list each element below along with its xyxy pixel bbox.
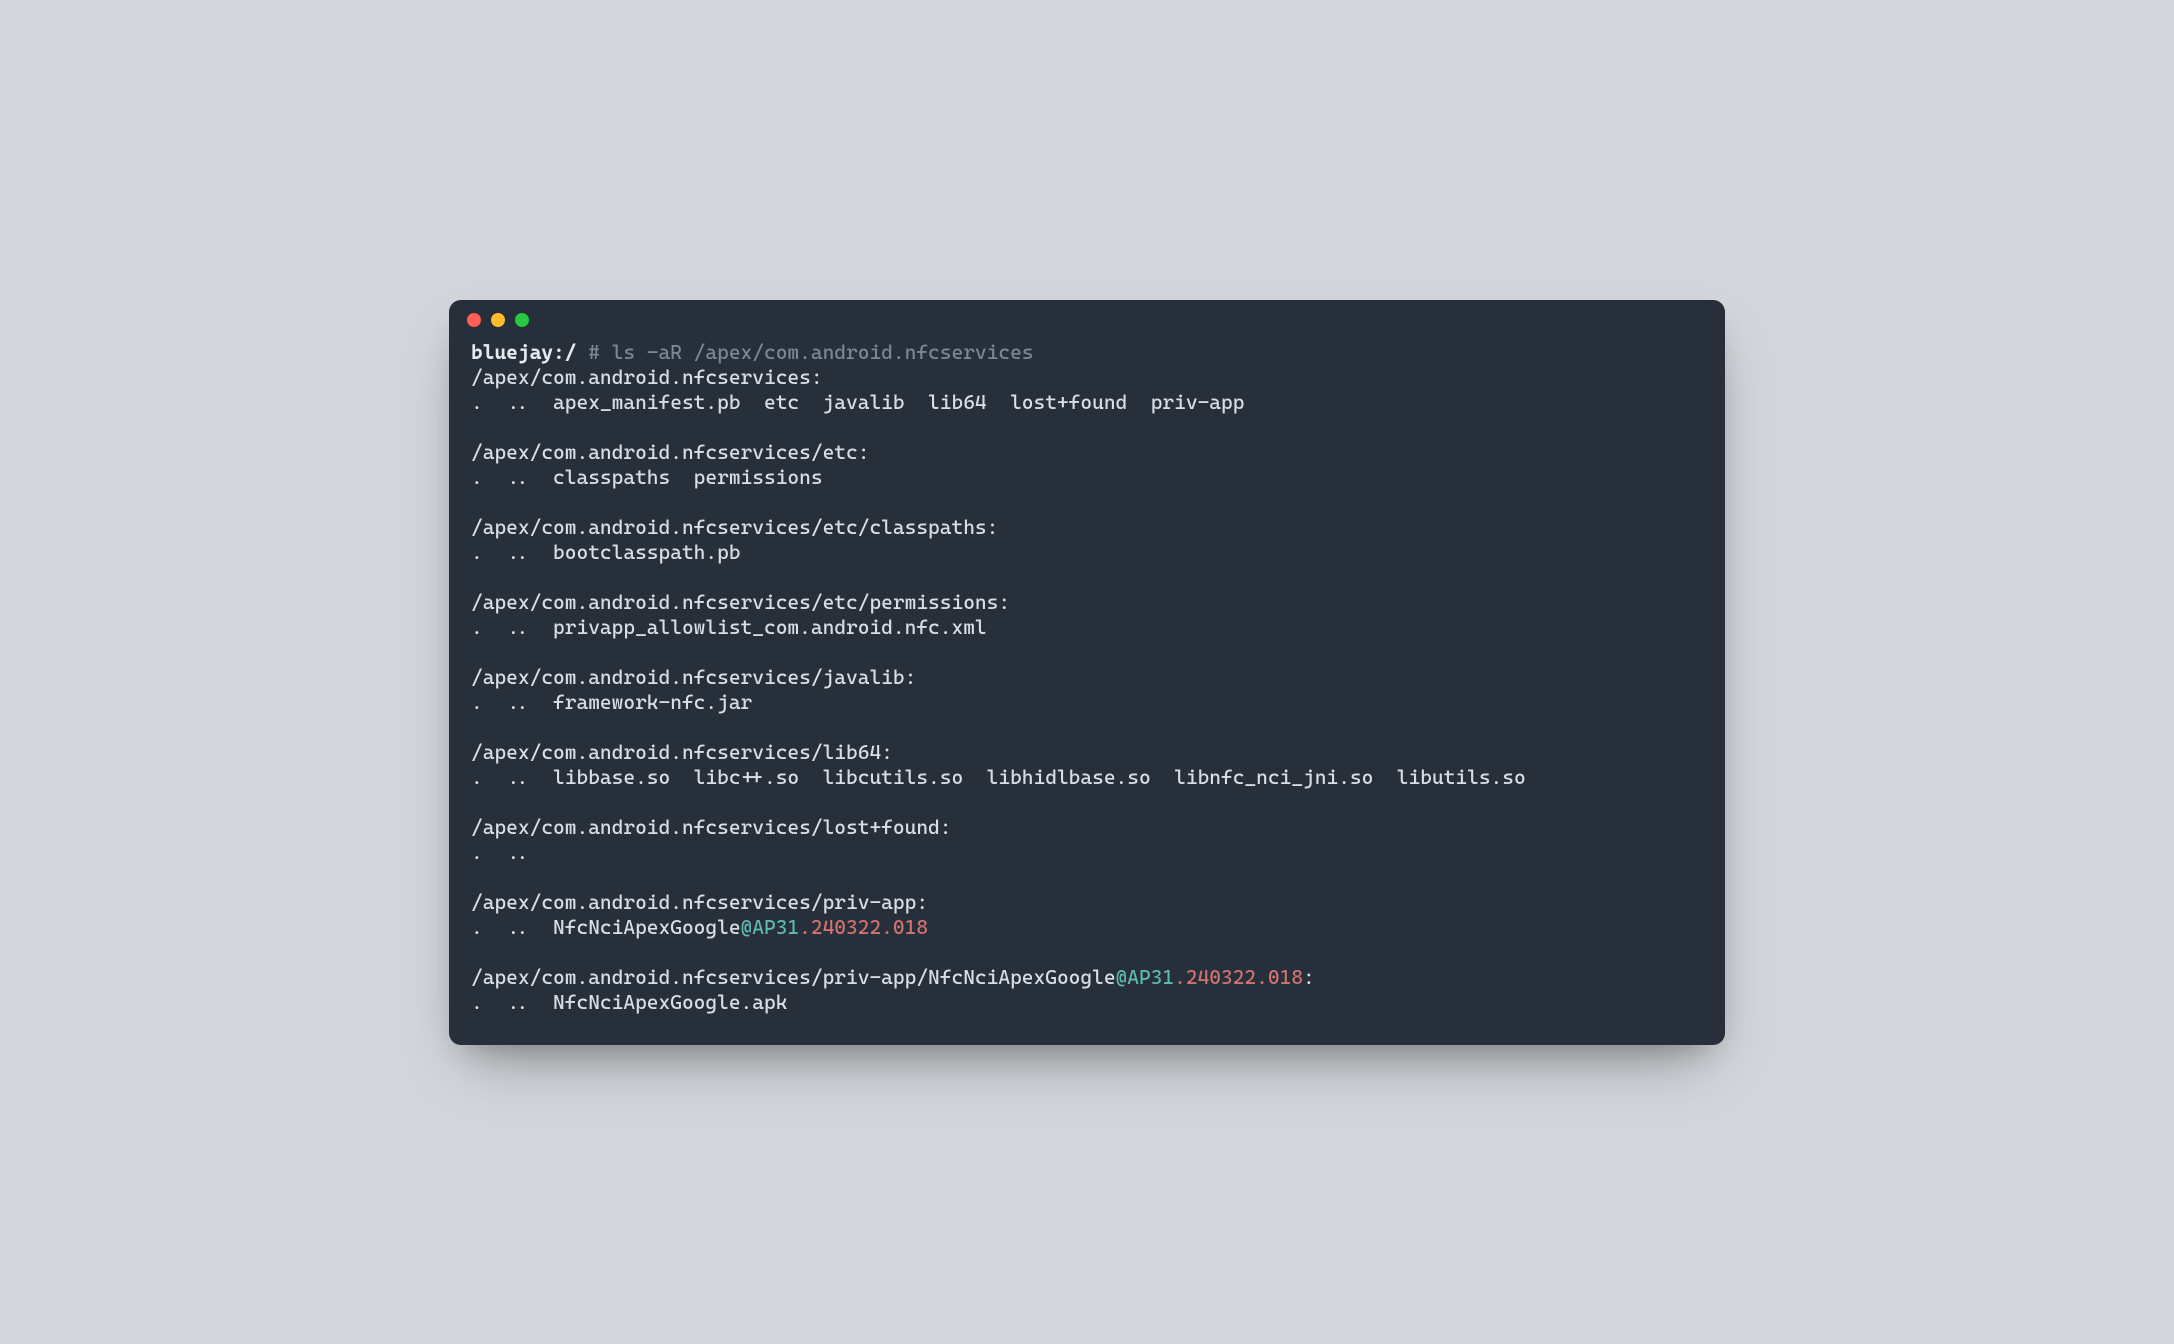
terminal-text: :	[1303, 965, 1315, 989]
terminal-output[interactable]: bluejay:/ # ls -aR /apex/com.android.nfc…	[449, 340, 1725, 1045]
minimize-icon[interactable]	[491, 313, 505, 327]
terminal-text: .240322.018	[1174, 965, 1303, 989]
terminal-text: /apex/com.android.nfcservices/lib64:	[471, 740, 893, 764]
terminal-text: . ..	[471, 840, 530, 864]
terminal-text: /apex/com.android.nfcservices:	[471, 365, 823, 389]
terminal-text: @AP31	[741, 915, 800, 939]
prompt-host: bluejay:/	[471, 340, 576, 364]
terminal-text: . .. framework-nfc.jar	[471, 690, 752, 714]
terminal-text: . .. NfcNciApexGoogle	[471, 915, 741, 939]
close-icon[interactable]	[467, 313, 481, 327]
terminal-text: /apex/com.android.nfcservices/etc/classp…	[471, 515, 998, 539]
terminal-lines: /apex/com.android.nfcservices: . .. apex…	[471, 365, 1526, 1014]
window-titlebar	[449, 300, 1725, 340]
prompt-command: # ls -aR /apex/com.android.nfcservices	[588, 340, 1033, 364]
terminal-text: . .. bootclasspath.pb	[471, 540, 741, 564]
terminal-text: .240322.018	[799, 915, 928, 939]
terminal-text: /apex/com.android.nfcservices/etc/permis…	[471, 590, 1010, 614]
terminal-text: /apex/com.android.nfcservices/etc:	[471, 440, 869, 464]
terminal-text: . .. libbase.so libc++.so libcutils.so l…	[471, 765, 1526, 789]
terminal-text: /apex/com.android.nfcservices/lost+found…	[471, 815, 951, 839]
terminal-text: . .. privapp_allowlist_com.android.nfc.x…	[471, 615, 987, 639]
terminal-text: /apex/com.android.nfcservices/priv-app/N…	[471, 965, 1116, 989]
terminal-text: . .. apex_manifest.pb etc javalib lib64 …	[471, 390, 1244, 414]
terminal-text: . .. classpaths permissions	[471, 465, 823, 489]
terminal-text: @AP31	[1116, 965, 1175, 989]
terminal-text: /apex/com.android.nfcservices/javalib:	[471, 665, 916, 689]
maximize-icon[interactable]	[515, 313, 529, 327]
terminal-text: /apex/com.android.nfcservices/priv-app:	[471, 890, 928, 914]
terminal-text: . .. NfcNciApexGoogle.apk	[471, 990, 787, 1014]
terminal-window: bluejay:/ # ls -aR /apex/com.android.nfc…	[449, 300, 1725, 1045]
